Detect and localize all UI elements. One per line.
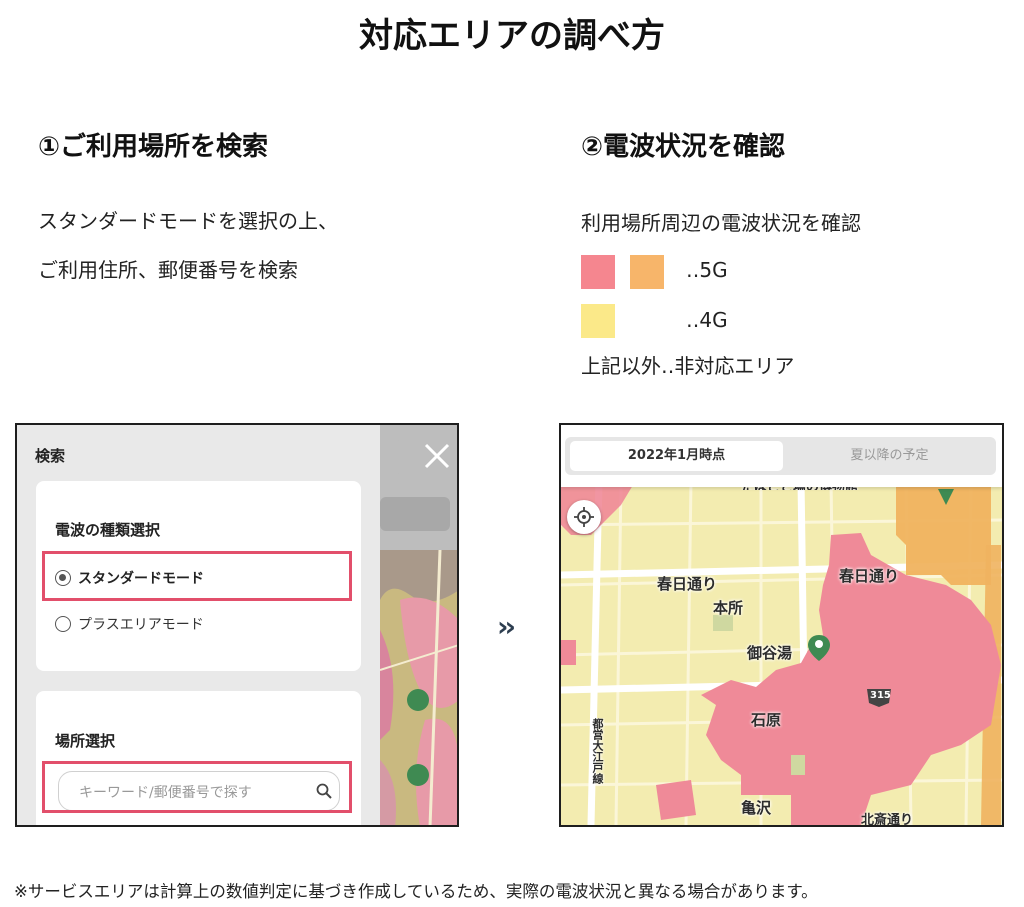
map-screenshot: 春日通り 春日通り 本所 御谷湯 石原 亀沢 北斎通り 315 たばこと塩の博物… xyxy=(559,423,1004,827)
signal-type-title: 電波の種類選択 xyxy=(55,521,161,539)
close-button[interactable] xyxy=(398,435,457,479)
panel-title: 検索 xyxy=(35,447,66,465)
step1-heading: ①ご利用場所を検索 xyxy=(38,132,269,162)
legend-label-4g: ‥4G xyxy=(686,308,728,332)
search-screenshot: 検索 電波の種類選択 スタンダードモード プラスエリアモード 場所選択 キーワー… xyxy=(15,423,459,827)
map-label-kasuga-1: 春日通り xyxy=(657,575,718,593)
step1-desc-line1: スタンダードモードを選択の上、 xyxy=(38,209,338,233)
tab-after-summer[interactable]: 夏以降の予定 xyxy=(783,441,996,471)
next-step-arrow: ›› xyxy=(497,610,516,643)
footnote: ※サービスエリアは計算上の数値判定に基づき作成しているため、実際の電波状況と異な… xyxy=(14,882,818,901)
step2-heading: ②電波状況を確認 xyxy=(581,132,786,162)
highlight-search-field xyxy=(42,761,352,813)
map-label-ishiwara: 石原 xyxy=(751,711,782,729)
current-location-button[interactable] xyxy=(567,500,601,534)
map-header: 2022年1月時点 夏以降の予定 xyxy=(561,425,1002,487)
locate-icon xyxy=(574,507,594,527)
legend-swatch-4g xyxy=(581,304,615,338)
step1-desc-line2: ご利用住所、郵便番号を検索 xyxy=(38,258,298,282)
map-label-kasuga-2: 春日通り xyxy=(839,567,900,585)
period-tabs: 2022年1月時点 夏以降の予定 xyxy=(565,437,996,475)
radio-plus[interactable] xyxy=(55,616,71,632)
legend-swatch-5g-orange xyxy=(630,255,664,289)
highlight-standard-mode xyxy=(42,551,352,601)
page-title: 対応エリアの調べ方 xyxy=(359,16,665,56)
map-label-oedo-line: 都営大江戸線 xyxy=(591,718,604,784)
background-map xyxy=(380,550,457,825)
map-label-kamezawa: 亀沢 xyxy=(741,799,772,817)
step2-desc: 利用場所周辺の電波状況を確認 xyxy=(581,211,861,235)
close-icon xyxy=(424,443,450,469)
legend-swatch-5g-pink xyxy=(581,255,615,289)
option-plus-label: プラスエリアモード xyxy=(78,617,204,633)
route-number: 315 xyxy=(870,690,891,701)
tab-2022-jan[interactable]: 2022年1月時点 xyxy=(570,441,783,471)
legend-other: 上記以外‥非対応エリア xyxy=(581,354,795,378)
map-label-honjo: 本所 xyxy=(713,599,744,617)
legend-label-5g: ‥5G xyxy=(686,258,728,282)
map-label-kitasaido: 北斎通り xyxy=(861,813,914,827)
map-label-mikoyu: 御谷湯 xyxy=(747,644,793,662)
location-title: 場所選択 xyxy=(55,732,116,750)
option-plus[interactable]: プラスエリアモード xyxy=(50,609,350,639)
map-search-bar xyxy=(380,497,450,531)
